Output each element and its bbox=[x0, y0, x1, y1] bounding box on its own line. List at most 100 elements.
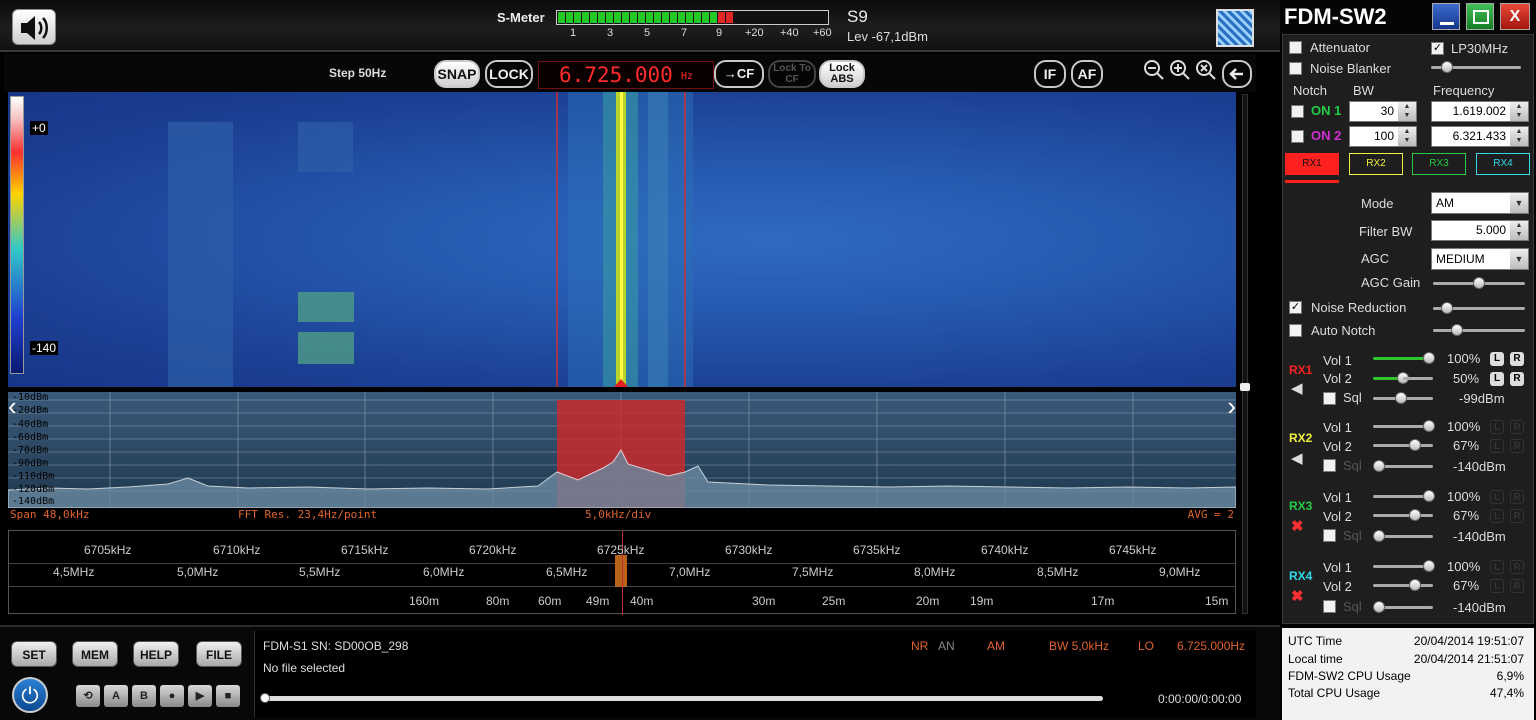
snap-button[interactable]: SNAP bbox=[434, 60, 480, 88]
rx3-vol1-right[interactable]: R bbox=[1510, 490, 1524, 504]
agc-select[interactable]: MEDIUM ▼ bbox=[1431, 248, 1529, 270]
rx1-vol1-left[interactable]: L bbox=[1490, 352, 1504, 366]
spectrum-display[interactable]: -10dBm -20dBm -40dBm -60dBm -70dBm -90dB… bbox=[8, 392, 1236, 508]
speaker-icon[interactable] bbox=[12, 9, 56, 45]
help-button[interactable]: HELP bbox=[133, 641, 179, 667]
rx1-sql-checkbox[interactable] bbox=[1323, 392, 1336, 405]
rx2-speaker-icon[interactable]: ◀ bbox=[1291, 449, 1303, 467]
rx4-muted-speaker-icon[interactable]: ✖ bbox=[1291, 587, 1304, 605]
af-button[interactable]: AF bbox=[1071, 60, 1103, 88]
scroll-left-icon[interactable]: ‹ bbox=[8, 393, 30, 420]
mem-button[interactable]: MEM bbox=[72, 641, 118, 667]
mode-select[interactable]: AM ▼ bbox=[1431, 192, 1529, 214]
rx1-sql-label: Sql bbox=[1343, 390, 1362, 405]
noise-blanker-slider[interactable] bbox=[1431, 61, 1521, 73]
to-cf-button[interactable]: →CF bbox=[714, 60, 764, 88]
agc-gain-slider[interactable] bbox=[1433, 277, 1525, 289]
noise-reduction-slider[interactable] bbox=[1433, 302, 1525, 314]
zoom-reset-icon[interactable] bbox=[1194, 58, 1218, 82]
rx2-sql-slider[interactable] bbox=[1373, 460, 1433, 472]
frequency-scale[interactable]: 6705kHz 6710kHz 6715kHz 6720kHz 6725kHz … bbox=[8, 530, 1236, 615]
tab-rx4[interactable]: RX4 bbox=[1476, 153, 1530, 175]
rx1-label: RX1 bbox=[1289, 363, 1313, 377]
zoom-in-icon[interactable] bbox=[1168, 58, 1192, 82]
close-button[interactable]: X bbox=[1500, 3, 1530, 30]
maximize-button[interactable] bbox=[1466, 3, 1494, 30]
step-label[interactable]: Step 50Hz bbox=[329, 66, 386, 80]
rx4-sql-checkbox[interactable] bbox=[1323, 600, 1336, 613]
tab-rx1[interactable]: RX1 bbox=[1285, 153, 1339, 175]
rx3-vol1-left[interactable]: L bbox=[1490, 490, 1504, 504]
auto-notch-checkbox[interactable] bbox=[1289, 324, 1302, 337]
rx4-vol1-slider[interactable] bbox=[1373, 560, 1435, 572]
filter-bw-label: Filter BW bbox=[1359, 224, 1413, 239]
power-icon[interactable]: ⏻ bbox=[12, 677, 48, 713]
rx2-vol2-slider[interactable] bbox=[1373, 439, 1433, 451]
rx2-vol2-right[interactable]: R bbox=[1510, 439, 1524, 453]
notch1-checkbox[interactable] bbox=[1291, 105, 1304, 118]
rx3-muted-speaker-icon[interactable]: ✖ bbox=[1291, 517, 1304, 535]
tab-rx2[interactable]: RX2 bbox=[1349, 153, 1403, 175]
loop-icon[interactable]: ⟲ bbox=[76, 685, 100, 707]
lock-abs-button[interactable]: Lock ABS bbox=[819, 60, 865, 88]
settings-pen-icon[interactable] bbox=[1216, 9, 1254, 47]
rx3-vol2-left[interactable]: L bbox=[1490, 509, 1504, 523]
auto-notch-slider[interactable] bbox=[1433, 324, 1525, 336]
notch2-bw-input[interactable]: 100 ▲ ▼ bbox=[1349, 126, 1417, 147]
record-icon[interactable]: ● bbox=[160, 685, 184, 707]
band-label: 17m bbox=[1091, 594, 1115, 608]
rx4-vol2-right[interactable]: R bbox=[1510, 579, 1524, 593]
lp30-checkbox[interactable]: ✓ bbox=[1431, 42, 1444, 55]
back-arrow-button[interactable] bbox=[1222, 60, 1252, 88]
rx4-vol2-left[interactable]: L bbox=[1490, 579, 1504, 593]
rx3-vol1-slider[interactable] bbox=[1373, 490, 1435, 502]
marker-b-button[interactable]: B bbox=[132, 685, 156, 707]
rx4-sql-slider[interactable] bbox=[1373, 601, 1433, 613]
rx2-vol2-left[interactable]: L bbox=[1490, 439, 1504, 453]
stop-icon[interactable]: ■ bbox=[216, 685, 240, 707]
lock-to-cf-button[interactable]: Lock To CF bbox=[768, 60, 816, 88]
notch2-checkbox[interactable] bbox=[1291, 130, 1304, 143]
file-button[interactable]: FILE bbox=[196, 641, 242, 667]
vertical-splitter[interactable] bbox=[1240, 94, 1250, 614]
noise-reduction-checkbox[interactable]: ✓ bbox=[1289, 301, 1302, 314]
waterfall-display[interactable] bbox=[8, 92, 1236, 387]
marker-a-button[interactable]: A bbox=[104, 685, 128, 707]
frequency-display[interactable]: 6.725.000 Hz bbox=[538, 61, 714, 89]
rx1-speaker-icon[interactable]: ◀ bbox=[1291, 379, 1303, 397]
rx2-sql-checkbox[interactable] bbox=[1323, 459, 1336, 472]
play-icon[interactable]: ▶ bbox=[188, 685, 212, 707]
if-button[interactable]: IF bbox=[1034, 60, 1066, 88]
filter-bw-input[interactable]: 5.000 ▲ ▼ bbox=[1431, 220, 1529, 241]
rx1-vol2-left[interactable]: L bbox=[1490, 372, 1504, 386]
set-button[interactable]: SET bbox=[11, 641, 57, 667]
minimize-button[interactable] bbox=[1432, 3, 1460, 30]
zoom-out-icon[interactable] bbox=[1142, 58, 1166, 82]
khz-tick-label: 6740kHz bbox=[981, 543, 1029, 557]
rx4-vol2-slider[interactable] bbox=[1373, 579, 1433, 591]
rx2-vol1-right[interactable]: R bbox=[1510, 420, 1524, 434]
rx3-vol2-right[interactable]: R bbox=[1510, 509, 1524, 523]
lock-button[interactable]: LOCK bbox=[485, 60, 533, 88]
rx4-vol1-right[interactable]: R bbox=[1510, 560, 1524, 574]
attenuator-checkbox[interactable] bbox=[1289, 41, 1302, 54]
rx3-sql-checkbox[interactable] bbox=[1323, 529, 1336, 542]
notch2-frequency-input[interactable]: 6.321.433 ▲ ▼ bbox=[1431, 126, 1529, 147]
notch1-frequency-input[interactable]: 1.619.002 ▲ ▼ bbox=[1431, 101, 1529, 122]
rx2-vol1-left[interactable]: L bbox=[1490, 420, 1504, 434]
rx1-vol1-slider[interactable] bbox=[1373, 352, 1435, 364]
notch1-bw-input[interactable]: 30 ▲ ▼ bbox=[1349, 101, 1417, 122]
rx1-vol2-right[interactable]: R bbox=[1510, 372, 1524, 386]
rx2-vol1-slider[interactable] bbox=[1373, 420, 1435, 432]
scroll-right-icon[interactable]: › bbox=[1214, 393, 1236, 420]
nr-indicator: NR bbox=[911, 639, 929, 653]
rx1-vol2-slider[interactable] bbox=[1373, 372, 1409, 384]
rx3-vol2-slider[interactable] bbox=[1373, 509, 1433, 521]
rx3-sql-slider[interactable] bbox=[1373, 530, 1433, 542]
rx1-vol1-right[interactable]: R bbox=[1510, 352, 1524, 366]
playback-progress[interactable] bbox=[260, 693, 1103, 703]
rx1-sql-slider[interactable] bbox=[1373, 392, 1433, 404]
noise-blanker-checkbox[interactable] bbox=[1289, 62, 1302, 75]
rx4-vol1-left[interactable]: L bbox=[1490, 560, 1504, 574]
tab-rx3[interactable]: RX3 bbox=[1412, 153, 1466, 175]
